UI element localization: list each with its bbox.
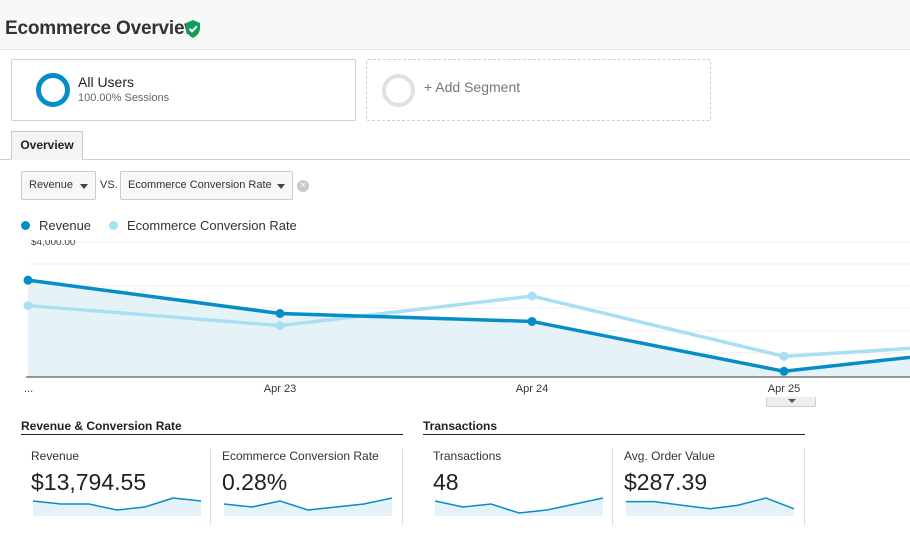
metric-select-compare[interactable]: Ecommerce Conversion Rate [120,171,293,200]
add-segment-button[interactable]: + Add Segment [366,59,711,121]
add-segment-label: + Add Segment [424,79,521,95]
legend-dot-revenue [21,221,30,230]
data-point-conversion [23,301,33,311]
header-bar: Ecommerce Overview [0,0,910,50]
x-tick-label: Apr 25 [768,383,800,395]
segment-sessions: 100.00% Sessions [78,92,170,104]
group-rule [423,434,805,435]
legend-conversion[interactable]: Ecommerce Conversion Rate [127,218,297,233]
metric-card-transactions[interactable]: Transactions 48 [433,449,613,525]
metric-value: 0.28% [222,469,288,495]
segment-name: All Users [78,74,135,90]
legend-dot-conversion [109,221,118,230]
sparkline [626,497,795,516]
chart-collapse-toggle[interactable] [766,397,816,407]
data-point-revenue [779,366,789,376]
line-chart: $4,000.00$2,000.00...Apr 23Apr 24Apr 25 [23,240,910,395]
sparkline [435,497,604,516]
sparkline-area [33,498,201,516]
shield-check-icon [186,20,200,38]
sparkline [224,497,393,516]
metric-card-avg-order-value[interactable]: Avg. Order Value $287.39 [624,449,805,525]
tab-divider [0,159,910,160]
metric-label: Avg. Order Value [624,449,715,463]
metric-value: 48 [433,469,459,495]
sparkline-area [626,498,794,516]
group-rule [21,434,403,435]
chevron-down-icon [80,184,88,189]
group-title-revenue: Revenue & Conversion Rate [21,419,182,433]
metric-select-compare-value: Ecommerce Conversion Rate [128,179,272,191]
y-tick-label: $4,000.00 [31,240,76,248]
metric-select-primary[interactable]: Revenue [21,171,96,200]
metric-select-primary-value: Revenue [29,179,74,191]
clear-comparison-icon[interactable]: × [297,180,309,192]
metric-label: Transactions [433,449,502,463]
data-point-revenue [23,275,33,285]
empty-ring-icon [382,74,415,107]
segment-all-users[interactable]: All Users 100.00% Sessions [11,59,356,121]
data-point-conversion [779,351,789,361]
metric-card-revenue[interactable]: Revenue $13,794.55 [31,449,211,525]
data-point-conversion [275,321,285,331]
x-tick-label: Apr 24 [516,383,548,395]
metric-label: Ecommerce Conversion Rate [222,449,379,463]
chevron-down-icon [277,184,285,189]
chevron-down-icon [788,399,796,403]
vs-label: VS. [100,179,118,191]
page-title: Ecommerce Overview [5,18,199,39]
x-tick-label: Apr 23 [264,383,296,395]
tab-overview[interactable]: Overview [11,131,83,160]
data-point-revenue [527,316,537,326]
group-title-transactions: Transactions [423,419,498,433]
segment-ring-icon [36,73,70,107]
metric-label: Revenue [31,449,80,463]
x-tick-label: ... [24,383,33,395]
metric-value: $13,794.55 [31,469,147,495]
metric-value: $287.39 [624,469,708,495]
legend-revenue[interactable]: Revenue [39,218,91,233]
data-point-revenue [275,309,285,318]
data-point-conversion [527,291,537,301]
revenue-area [28,280,910,377]
metric-card-conversion-rate[interactable]: Ecommerce Conversion Rate 0.28% [222,449,403,525]
sparkline [33,497,202,516]
